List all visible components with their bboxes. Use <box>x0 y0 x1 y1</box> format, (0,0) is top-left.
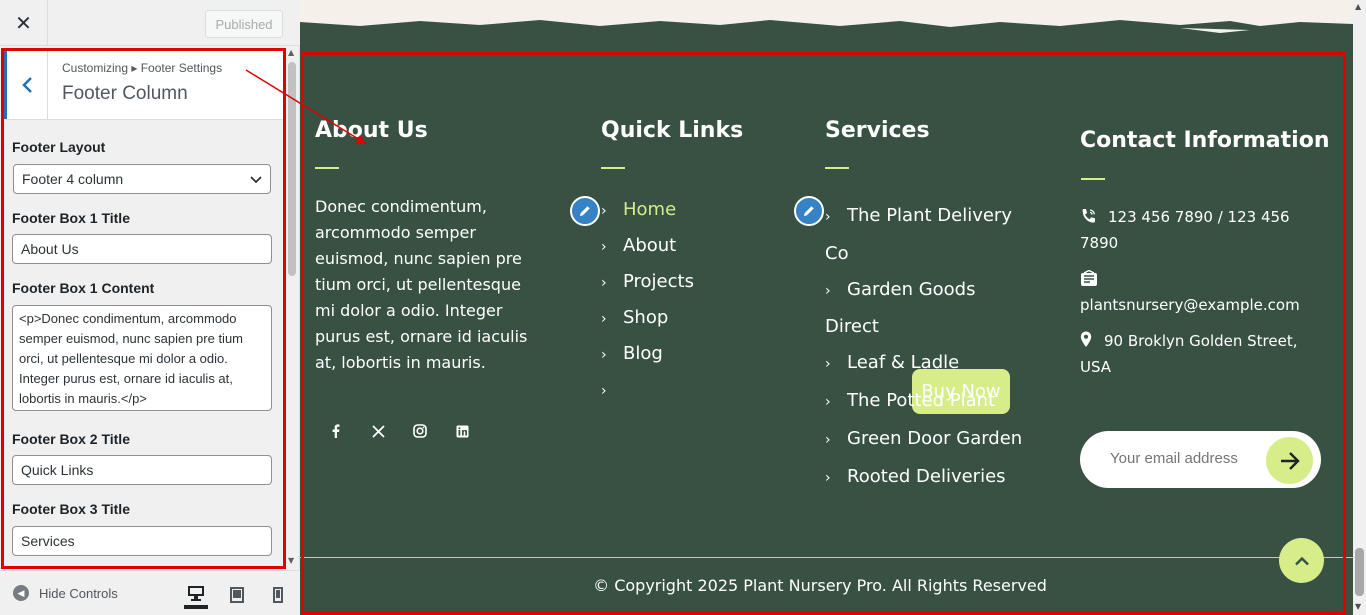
scroll-up-arrow-icon[interactable]: ▲ <box>288 48 294 57</box>
about-title: About Us <box>315 118 428 143</box>
controls-list: Footer Layout Footer 4 column Footer Box… <box>4 121 283 566</box>
quick-links-accent-line <box>601 167 625 169</box>
about-accent-line <box>315 167 339 169</box>
window-scrollbar[interactable]: ▲ ▼ <box>1353 0 1366 615</box>
tablet-icon <box>230 587 244 603</box>
published-button[interactable]: Published <box>205 10 283 38</box>
envelope-icon <box>1080 269 1098 291</box>
contact-phone: 123 456 7890 / 123 456 7890 <box>1080 208 1290 252</box>
x-twitter-icon[interactable] <box>357 413 399 449</box>
footer-box3-title-input[interactable]: Services <box>12 526 272 556</box>
footer-box1-title-label: Footer Box 1 Title <box>12 210 130 226</box>
hide-controls-label: Hide Controls <box>39 585 118 601</box>
facebook-icon[interactable] <box>315 413 357 449</box>
quick-link-about[interactable]: › About <box>601 235 676 256</box>
torn-paper-edge <box>300 0 1353 33</box>
edit-shortcut-quick-links[interactable] <box>570 196 600 226</box>
services-accent-line <box>825 167 849 169</box>
phone-icon <box>1082 209 1095 223</box>
contact-email[interactable]: plantsnursery@example.com <box>1080 292 1300 318</box>
about-text: Donec condimentum, arcommodo semper euis… <box>315 197 528 372</box>
contact-address: 90 Broklyn Golden Street, USA <box>1080 331 1298 376</box>
scroll-down-arrow-icon[interactable]: ▼ <box>288 556 294 565</box>
edit-shortcut-services[interactable] <box>794 196 824 226</box>
close-customizer-button[interactable]: ✕ <box>0 0 48 46</box>
footer-box1-content-textarea[interactable]: <p>Donec condimentum, arcommodo semper e… <box>12 305 272 411</box>
chevron-down-icon <box>250 170 262 193</box>
quick-link-shop[interactable]: › Shop <box>601 307 668 328</box>
contact-accent-line <box>1081 178 1105 180</box>
linkedin-icon[interactable] <box>441 413 483 449</box>
back-button[interactable] <box>4 51 48 119</box>
buy-now-chevron-icon: › <box>601 383 607 399</box>
chevron-up-icon <box>1294 556 1309 565</box>
service-item[interactable]: › Green Door Garden <box>825 421 1035 459</box>
panel-footer: ◀ Hide Controls <box>0 570 300 615</box>
tablet-preview-button[interactable] <box>225 581 249 609</box>
quick-links-title: Quick Links <box>601 118 744 143</box>
customizer-screen: ✕ Published Customizing ▸ Footer Setting… <box>0 0 1366 615</box>
site-preview: About Us Donec condimentum, arcommodo se… <box>300 0 1353 615</box>
pencil-icon <box>804 206 814 216</box>
newsletter-email-input[interactable] <box>1110 450 1260 467</box>
panel-header: ✕ Published <box>0 0 300 46</box>
copyright-text: © Copyright 2025 Plant Nursery Pro. All … <box>593 576 1047 595</box>
footer-box2-title-label: Footer Box 2 Title <box>12 431 130 447</box>
section-header: Customizing ▸ Footer Settings Footer Col… <box>4 51 283 120</box>
footer-box1-title-input[interactable]: About Us <box>12 234 272 264</box>
map-pin-icon <box>1080 331 1092 347</box>
scroll-thumb[interactable] <box>288 62 296 276</box>
service-item[interactable]: › The Potted Plant <box>825 383 1035 421</box>
footer-layout-value: Footer 4 column <box>22 171 124 187</box>
quick-link-projects[interactable]: › Projects <box>601 271 694 292</box>
contact-title: Contact Information <box>1080 128 1330 153</box>
service-item[interactable]: › Leaf & Ladle <box>825 345 1035 383</box>
desktop-icon <box>188 586 204 601</box>
quick-link-home[interactable]: › Home <box>601 199 676 220</box>
mobile-icon <box>273 587 283 603</box>
social-links <box>315 413 483 449</box>
customizer-panel: ✕ Published Customizing ▸ Footer Setting… <box>0 0 300 615</box>
chevron-left-icon <box>22 77 32 93</box>
footer-box3-title-label: Footer Box 3 Title <box>12 501 130 517</box>
footer-layout-label: Footer Layout <box>12 139 106 155</box>
pencil-icon <box>580 206 590 216</box>
service-item[interactable]: › Garden Goods Direct <box>825 272 1035 346</box>
instagram-icon[interactable] <box>399 413 441 449</box>
newsletter-form <box>1080 431 1321 488</box>
service-item[interactable]: › Rooted Deliveries <box>825 459 1035 497</box>
mobile-preview-button[interactable] <box>266 581 290 609</box>
back-to-top-button[interactable] <box>1279 538 1324 583</box>
footer-box1-content-label: Footer Box 1 Content <box>12 280 155 296</box>
service-item[interactable]: › The Plant Delivery Co <box>825 198 1035 272</box>
services-list: › The Plant Delivery Co › Garden Goods Dir… <box>825 198 1035 496</box>
panel-scrollbar[interactable]: ▲ ▼ <box>286 48 298 569</box>
window-scroll-thumb[interactable] <box>1355 548 1364 596</box>
breadcrumb: Customizing ▸ Footer Settings <box>62 61 223 75</box>
footer-layout-select[interactable]: Footer 4 column <box>13 164 271 194</box>
scroll-down-arrow-icon[interactable]: ▼ <box>1355 602 1361 611</box>
footer-divider <box>300 557 1353 558</box>
quick-link-blog[interactable]: › Blog <box>601 343 663 364</box>
services-title: Services <box>825 118 930 143</box>
newsletter-submit-button[interactable] <box>1266 437 1313 484</box>
footer-box2-title-input[interactable]: Quick Links <box>12 455 272 485</box>
section-title: Footer Column <box>62 83 188 104</box>
collapse-icon: ◀ <box>13 585 29 601</box>
hide-controls-button[interactable]: ◀ Hide Controls <box>13 585 118 601</box>
desktop-preview-button[interactable] <box>184 581 208 609</box>
arrow-right-icon <box>1280 451 1300 470</box>
scroll-up-arrow-icon[interactable]: ▲ <box>1355 2 1361 11</box>
